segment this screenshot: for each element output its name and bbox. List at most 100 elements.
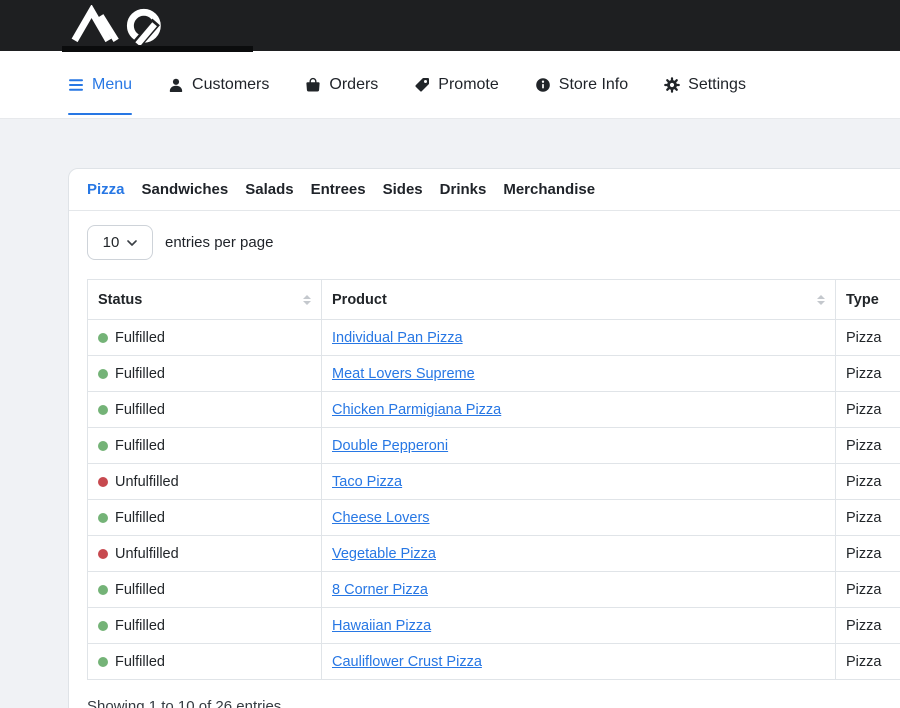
table-row: Fulfilled Meat Lovers Supreme Pizza: [88, 356, 900, 392]
type-cell: Pizza: [836, 572, 900, 608]
type-cell: Pizza: [836, 644, 900, 680]
nav-item-promote[interactable]: Promote: [414, 51, 498, 118]
product-link[interactable]: Chicken Parmigiana Pizza: [332, 402, 501, 418]
status-cell: Fulfilled: [88, 428, 322, 464]
nav-item-label: Customers: [192, 76, 269, 94]
type-cell: Pizza: [836, 608, 900, 644]
status-label: Fulfilled: [115, 510, 165, 526]
tag-icon: [414, 77, 430, 93]
status-dot: [98, 405, 108, 415]
table-row: Fulfilled 8 Corner Pizza Pizza: [88, 572, 900, 608]
column-header-status[interactable]: Status: [88, 280, 322, 320]
column-header-type: Type: [836, 280, 900, 320]
type-label: Pizza: [846, 618, 881, 634]
nav-item-store-info[interactable]: Store Info: [535, 51, 628, 118]
nav-item-label: Promote: [438, 76, 498, 94]
nav-item-customers[interactable]: Customers: [168, 51, 269, 118]
status-dot: [98, 657, 108, 667]
sort-icon: [817, 295, 825, 305]
type-cell: Pizza: [836, 500, 900, 536]
person-icon: [168, 77, 184, 93]
status-cell: Fulfilled: [88, 608, 322, 644]
sort-icon: [303, 295, 311, 305]
table-row: Fulfilled Individual Pan Pizza Pizza: [88, 320, 900, 356]
product-link[interactable]: Cheese Lovers: [332, 510, 430, 526]
product-cell: Taco Pizza: [322, 464, 836, 500]
tab-pizza[interactable]: Pizza: [87, 181, 125, 198]
status-dot: [98, 441, 108, 451]
table-row: Fulfilled Cauliflower Crust Pizza Pizza: [88, 644, 900, 680]
status-label: Unfulfilled: [115, 546, 179, 562]
gear-icon: [664, 77, 680, 93]
info-icon: [535, 77, 551, 93]
product-link[interactable]: Individual Pan Pizza: [332, 330, 463, 346]
product-cell: Hawaiian Pizza: [322, 608, 836, 644]
column-header-label: Product: [332, 292, 387, 308]
type-label: Pizza: [846, 402, 881, 418]
nav-item-label: Orders: [329, 76, 378, 94]
type-cell: Pizza: [836, 464, 900, 500]
table-row: Unfulfilled Vegetable Pizza Pizza: [88, 536, 900, 572]
chevron-down-icon: [127, 240, 137, 246]
type-cell: Pizza: [836, 356, 900, 392]
status-label: Fulfilled: [115, 618, 165, 634]
status-dot: [98, 333, 108, 343]
nav-item-settings[interactable]: Settings: [664, 51, 746, 118]
product-link[interactable]: Taco Pizza: [332, 474, 402, 490]
column-header-product[interactable]: Product: [322, 280, 836, 320]
type-label: Pizza: [846, 438, 881, 454]
product-link[interactable]: Double Pepperoni: [332, 438, 448, 454]
product-cell: Vegetable Pizza: [322, 536, 836, 572]
type-label: Pizza: [846, 366, 881, 382]
app-logo: [64, 5, 176, 45]
type-label: Pizza: [846, 546, 881, 562]
column-header-label: Type: [846, 292, 879, 308]
product-link[interactable]: Meat Lovers Supreme: [332, 366, 475, 382]
product-link[interactable]: Hawaiian Pizza: [332, 618, 431, 634]
hamburger-icon: [68, 78, 84, 92]
tab-merchandise[interactable]: Merchandise: [503, 181, 595, 198]
card-body: 10 entries per page Status: [69, 211, 900, 708]
entries-per-page-value: 10: [103, 234, 120, 251]
type-label: Pizza: [846, 474, 881, 490]
entries-per-page-label: entries per page: [165, 234, 273, 251]
bag-icon: [305, 77, 321, 93]
nav-item-menu[interactable]: Menu: [68, 51, 132, 118]
status-dot: [98, 477, 108, 487]
status-cell: Fulfilled: [88, 356, 322, 392]
status-dot: [98, 621, 108, 631]
table-header-row: Status Product Type: [88, 280, 900, 320]
status-label: Fulfilled: [115, 366, 165, 382]
nav-item-orders[interactable]: Orders: [305, 51, 378, 118]
table-row: Fulfilled Cheese Lovers Pizza: [88, 500, 900, 536]
table-summary: Showing 1 to 10 of 26 entries: [87, 698, 900, 708]
product-link[interactable]: 8 Corner Pizza: [332, 582, 428, 598]
status-dot: [98, 585, 108, 595]
product-link[interactable]: Cauliflower Crust Pizza: [332, 654, 482, 670]
products-table: Status Product Type: [87, 279, 900, 680]
tab-entrees[interactable]: Entrees: [311, 181, 366, 198]
tab-drinks[interactable]: Drinks: [440, 181, 487, 198]
product-link[interactable]: Vegetable Pizza: [332, 546, 436, 562]
product-cell: Individual Pan Pizza: [322, 320, 836, 356]
status-cell: Unfulfilled: [88, 536, 322, 572]
product-cell: Double Pepperoni: [322, 428, 836, 464]
product-cell: Meat Lovers Supreme: [322, 356, 836, 392]
status-label: Unfulfilled: [115, 474, 179, 490]
table-row: Fulfilled Double Pepperoni Pizza: [88, 428, 900, 464]
product-cell: 8 Corner Pizza: [322, 572, 836, 608]
type-cell: Pizza: [836, 428, 900, 464]
entries-per-page-select[interactable]: 10: [87, 225, 153, 260]
app-header: [0, 0, 900, 51]
page-size-row: 10 entries per page: [87, 225, 900, 260]
status-cell: Fulfilled: [88, 392, 322, 428]
tab-sides[interactable]: Sides: [383, 181, 423, 198]
column-header-label: Status: [98, 292, 142, 308]
table-row: Fulfilled Hawaiian Pizza Pizza: [88, 608, 900, 644]
nav-item-label: Menu: [92, 76, 132, 94]
tab-sandwiches[interactable]: Sandwiches: [142, 181, 229, 198]
type-label: Pizza: [846, 510, 881, 526]
table-row: Unfulfilled Taco Pizza Pizza: [88, 464, 900, 500]
status-label: Fulfilled: [115, 330, 165, 346]
tab-salads[interactable]: Salads: [245, 181, 293, 198]
